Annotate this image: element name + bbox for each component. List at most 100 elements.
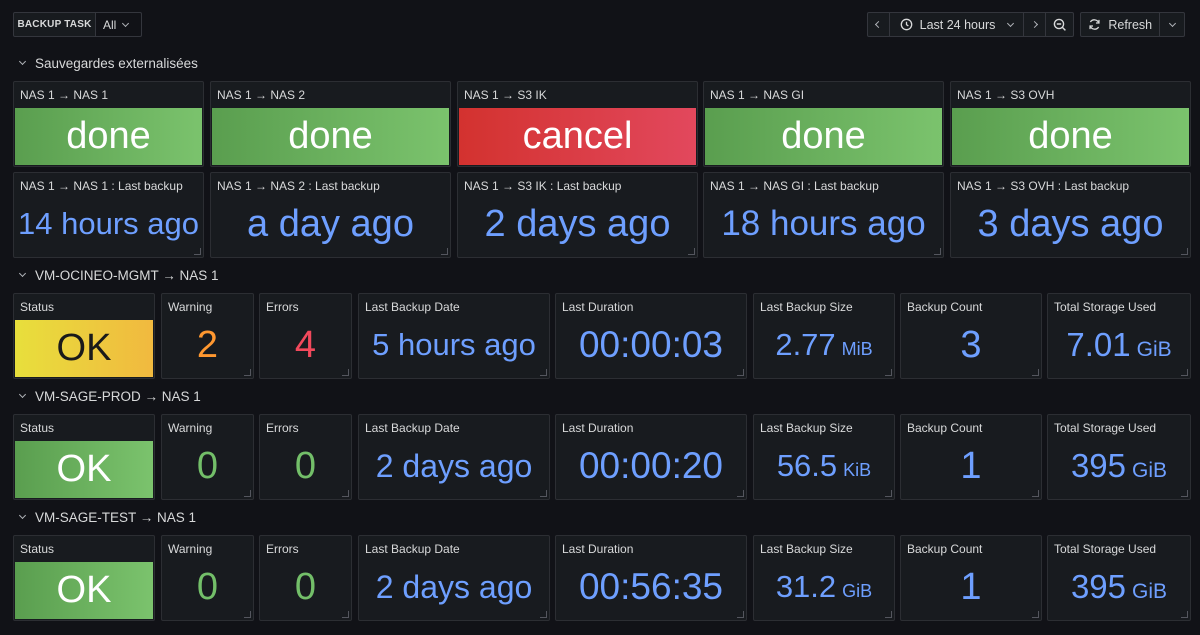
resize-handle-icon[interactable] [1032, 490, 1039, 497]
panel-title: Warning [168, 542, 213, 556]
time-forward-button[interactable] [1024, 13, 1046, 36]
resize-handle-icon[interactable] [244, 369, 251, 376]
panel-title: Status [20, 542, 55, 556]
last-backup-date-value: 2 days ago [375, 447, 533, 484]
resize-handle-icon[interactable] [540, 369, 547, 376]
resize-handle-icon[interactable] [1181, 369, 1188, 376]
clock-icon [900, 18, 912, 31]
resize-handle-icon[interactable] [1181, 611, 1188, 618]
row-header-mgmt[interactable]: VM-OCINEO-MGMT → NAS 1 [18, 265, 219, 285]
backup-task-value: All [103, 17, 117, 32]
errors-panel: Errors 0 [259, 535, 352, 621]
status-value-block: done [15, 108, 202, 165]
panel-title: NAS 1 → NAS 1 [20, 88, 109, 102]
resize-handle-icon[interactable] [342, 369, 349, 376]
last-backup-date-panel: Last Backup Date 2 days ago [358, 535, 550, 621]
resize-handle-icon[interactable] [342, 490, 349, 497]
status-panel-nas1-s3ovh: NAS 1 → S3 OVH done [950, 81, 1191, 167]
warning-value: 2 [196, 323, 219, 366]
last-backup-value: 18 hours ago [721, 204, 926, 243]
panel-title: Backup Count [907, 542, 983, 556]
chevron-right-icon [1030, 20, 1039, 29]
chevron-left-icon [874, 20, 883, 29]
last-backup-size-value: 31.2 [775, 569, 837, 604]
resize-handle-icon[interactable] [1181, 490, 1188, 497]
warning-value: 0 [196, 565, 219, 608]
errors-panel: Errors 4 [259, 293, 352, 379]
row-header-test[interactable]: VM-SAGE-TEST → NAS 1 [18, 507, 196, 527]
resize-handle-icon[interactable] [342, 611, 349, 618]
time-picker-group: Last 24 hours [867, 12, 1074, 37]
status-value-block: cancel [459, 108, 696, 165]
panel-title: Backup Count [907, 300, 983, 314]
last-backup-panel-nas1-s3ovh: NAS 1 → S3 OVH : Last backup 3 days ago [950, 172, 1191, 258]
status-value: OK [56, 569, 112, 611]
row-header-prod[interactable]: VM-SAGE-PROD → NAS 1 [18, 386, 201, 406]
resize-handle-icon[interactable] [885, 611, 892, 618]
status-panel: Status OK [13, 414, 155, 500]
status-value: OK [56, 327, 112, 369]
panel-title: Last Duration [562, 421, 634, 435]
resize-handle-icon[interactable] [1181, 248, 1188, 255]
last-duration-value: 00:00:20 [578, 445, 724, 486]
status-value-block: done [705, 108, 942, 165]
total-storage-value: 395 [1070, 568, 1127, 605]
resize-handle-icon[interactable] [441, 248, 448, 255]
last-backup-date-value: 2 days ago [375, 568, 533, 605]
zoom-out-button[interactable] [1046, 13, 1073, 36]
row-title: Sauvegardes externalisées [35, 55, 198, 71]
refresh-interval-button[interactable] [1160, 13, 1184, 36]
row-title: VM-SAGE-PROD → NAS 1 [35, 388, 201, 404]
panel-title: Status [20, 300, 55, 314]
resize-handle-icon[interactable] [540, 611, 547, 618]
last-backup-date-value: 5 hours ago [372, 327, 536, 362]
chevron-down-icon [18, 57, 27, 66]
backup-count-panel: Backup Count 1 [900, 535, 1042, 621]
resize-handle-icon[interactable] [194, 248, 201, 255]
errors-value: 4 [294, 323, 317, 366]
warning-value: 0 [196, 444, 219, 487]
last-backup-value: 3 days ago [977, 202, 1164, 245]
backup-task-select[interactable]: All [95, 12, 142, 37]
resize-handle-icon[interactable] [885, 369, 892, 376]
panel-title: Total Storage Used [1054, 542, 1157, 556]
backup-count-value: 1 [960, 565, 982, 608]
chevron-down-icon [18, 511, 27, 520]
last-duration-value: 00:56:35 [578, 566, 724, 607]
time-range-picker[interactable]: Last 24 hours [890, 13, 1024, 36]
warning-panel: Warning 0 [161, 414, 254, 500]
panel-title: NAS 1 → NAS GI : Last backup [710, 179, 879, 193]
chevron-down-icon [18, 390, 27, 399]
time-back-button[interactable] [868, 13, 890, 36]
refresh-button[interactable]: Refresh [1081, 13, 1161, 36]
resize-handle-icon[interactable] [737, 611, 744, 618]
row-header-external[interactable]: Sauvegardes externalisées [18, 53, 198, 73]
resize-handle-icon[interactable] [737, 369, 744, 376]
resize-handle-icon[interactable] [737, 490, 744, 497]
resize-handle-icon[interactable] [244, 611, 251, 618]
status-panel-nas1-s3ik: NAS 1 → S3 IK cancel [457, 81, 698, 167]
panel-title: Warning [168, 421, 213, 435]
resize-handle-icon[interactable] [244, 490, 251, 497]
total-storage-value: 395 [1070, 447, 1127, 484]
resize-handle-icon[interactable] [1032, 611, 1039, 618]
resize-handle-icon[interactable] [1032, 369, 1039, 376]
total-storage-panel: Total Storage Used 395 GiB [1047, 414, 1191, 500]
resize-handle-icon[interactable] [688, 248, 695, 255]
time-range-label: Last 24 hours [919, 17, 996, 32]
refresh-group: Refresh [1080, 12, 1185, 37]
resize-handle-icon[interactable] [934, 248, 941, 255]
status-value-block: OK [15, 320, 153, 377]
last-duration-panel: Last Duration 00:00:20 [555, 414, 747, 500]
refresh-icon [1089, 19, 1100, 30]
status-value: done [781, 115, 866, 157]
resize-handle-icon[interactable] [885, 490, 892, 497]
status-panel-nas1-nasgi: NAS 1 → NAS GI done [703, 81, 944, 167]
status-value-block: done [212, 108, 449, 165]
last-backup-date-panel: Last Backup Date 2 days ago [358, 414, 550, 500]
total-storage-unit: GiB [1132, 580, 1168, 603]
chevron-down-icon [1168, 19, 1176, 27]
backup-count-value: 3 [960, 323, 982, 366]
last-backup-panel-nas1-s3ik: NAS 1 → S3 IK : Last backup 2 days ago [457, 172, 698, 258]
resize-handle-icon[interactable] [540, 490, 547, 497]
